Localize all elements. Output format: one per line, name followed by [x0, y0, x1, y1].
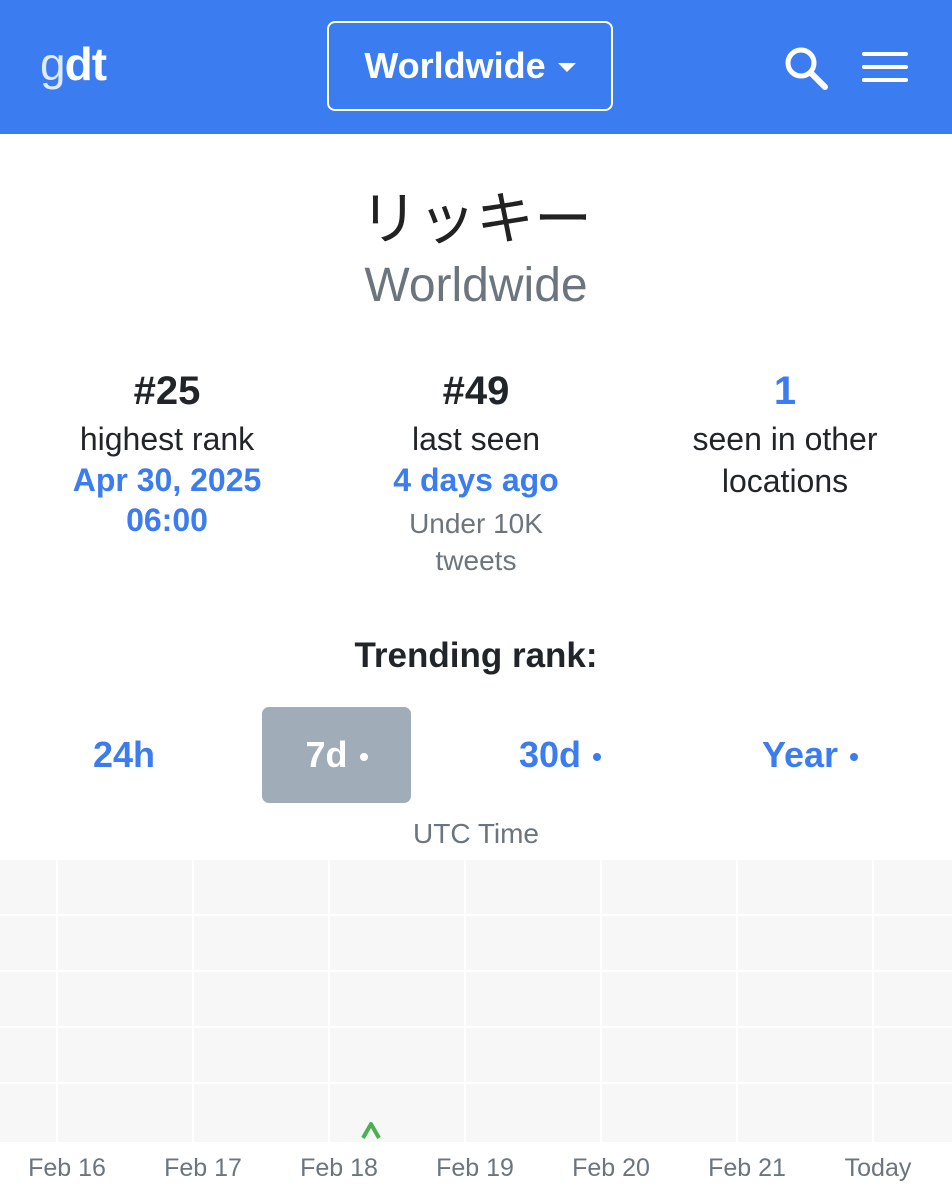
plot-area — [0, 860, 952, 1142]
tweet-volume-line2: tweets — [435, 545, 517, 576]
last-seen-when-link[interactable]: 4 days ago — [326, 460, 626, 500]
tab-year-label: Year — [761, 734, 839, 775]
trending-rank-chart: Feb 16 Feb 17 Feb 18 Feb 19 Feb 20 Feb 21 Toda… — [0, 860, 952, 1182]
highest-rank-date: Apr 30, 2025 — [72, 462, 262, 498]
other-locations-label: seen in other locations — [635, 418, 935, 502]
highest-rank-label: highest rank — [79, 421, 255, 457]
x-tick-label: Feb 20 — [572, 1154, 650, 1182]
other-locations-stat[interactable]: 1 seen in other locations — [635, 364, 935, 502]
x-tick-label: Feb 18 — [300, 1154, 378, 1182]
tab-24h[interactable]: 24h — [48, 707, 200, 803]
last-seen-stat: #49 last seen 4 days ago Under 10K tweet… — [326, 364, 626, 579]
x-tick-label: Feb 16 — [28, 1154, 106, 1182]
trend-title: リッキー — [359, 185, 592, 253]
menu-button[interactable] — [862, 48, 908, 86]
data-dot-icon — [850, 753, 859, 761]
other-locations-count: 1 — [773, 369, 797, 413]
last-seen-rank-value: #49 — [442, 369, 510, 413]
search-button[interactable] — [782, 44, 830, 92]
trend-location: Worldwide — [364, 259, 588, 312]
x-tick-label: Feb 21 — [708, 1154, 786, 1182]
logo-letters-dt: dt — [64, 38, 107, 90]
tab-30d[interactable]: 30d — [480, 707, 640, 803]
other-locations-label-line2: locations — [721, 463, 849, 499]
tab-7d-label: 7d — [305, 734, 348, 775]
tab-7d[interactable]: 7d — [262, 707, 411, 803]
chevron-down-icon — [557, 62, 576, 72]
timezone-label: UTC Time — [413, 818, 539, 849]
tab-year[interactable]: Year — [725, 707, 895, 803]
data-dot-icon — [593, 753, 602, 761]
hamburger-menu-icon — [862, 52, 908, 82]
tweet-volume-line1: Under 10K — [409, 508, 543, 539]
logo-letter-g: g — [40, 38, 66, 90]
data-dot-icon — [359, 753, 368, 761]
x-axis-ticks: Feb 16 Feb 17 Feb 18 Feb 19 Feb 20 Feb 21 Toda… — [28, 1154, 912, 1182]
top-navbar: gdt Worldwide — [0, 0, 952, 134]
other-locations-label-line1: seen in other — [692, 421, 878, 457]
highest-rank-value: #25 — [133, 369, 201, 413]
x-tick-label: Feb 17 — [164, 1154, 242, 1182]
highest-rank-date-link[interactable]: Apr 30, 2025 06:00 — [17, 460, 317, 540]
tab-24h-label: 24h — [92, 734, 156, 775]
location-dropdown-label: Worldwide — [364, 45, 546, 86]
tweet-volume-note: Under 10K tweets — [326, 505, 626, 579]
tab-30d-label: 30d — [518, 734, 582, 775]
x-tick-label: Feb 19 — [436, 1154, 514, 1182]
search-icon — [785, 47, 828, 90]
highest-rank-time: 06:00 — [126, 502, 208, 538]
site-logo[interactable]: gdt — [40, 34, 107, 94]
location-dropdown-button[interactable]: Worldwide — [327, 21, 613, 111]
trending-rank-heading: Trending rank: — [354, 636, 598, 675]
last-seen-label: last seen — [411, 421, 541, 457]
x-tick-label: Today — [845, 1154, 912, 1182]
highest-rank-stat: #25 highest rank Apr 30, 2025 06:00 — [17, 364, 317, 540]
